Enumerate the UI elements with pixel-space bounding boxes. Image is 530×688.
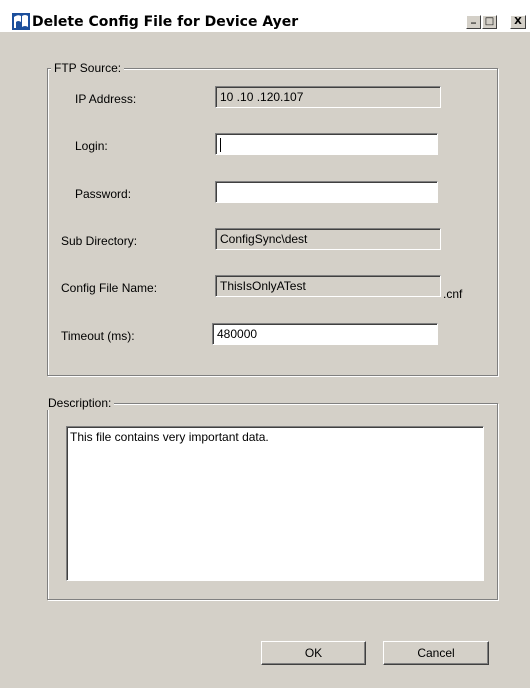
sub-directory-label: Sub Directory: (61, 234, 138, 248)
close-icon: X (514, 16, 522, 27)
config-file-name-label: Config File Name: (61, 281, 158, 295)
maximize-button[interactable]: □ (482, 15, 497, 29)
description-group: Description: This file contains very imp… (45, 396, 498, 600)
config-file-name-field: ThisIsOnlyATest (215, 275, 441, 297)
window-title: Delete Config File for Device Ayer (32, 14, 299, 30)
dialog-content: FTP Source: IP Address: 10 .10 .120.107 … (0, 32, 530, 688)
ip-address-field: 10 .10 .120.107 (215, 86, 441, 108)
ftp-source-label: FTP Source: (51, 61, 125, 75)
cancel-button[interactable]: Cancel (383, 641, 489, 665)
description-textarea[interactable]: This file contains very important data. (66, 426, 484, 581)
title-bar[interactable]: Delete Config File for Device Ayer _ □ X (0, 0, 530, 32)
login-input[interactable] (215, 133, 438, 155)
sub-directory-field: ConfigSync\dest (215, 228, 441, 250)
ip-address-label: IP Address: (75, 92, 137, 106)
text-caret (220, 137, 221, 152)
minimize-icon: _ (471, 13, 476, 24)
ftp-source-group: FTP Source: IP Address: 10 .10 .120.107 … (47, 61, 498, 376)
login-label: Login: (75, 139, 108, 153)
maximize-icon: □ (484, 16, 495, 27)
ok-button[interactable]: OK (261, 641, 366, 665)
close-button[interactable]: X (510, 15, 526, 29)
dialog-window: Delete Config File for Device Ayer _ □ X… (0, 0, 530, 688)
timeout-label: Timeout (ms): (61, 329, 135, 343)
password-label: Password: (75, 187, 132, 201)
app-icon (12, 13, 30, 30)
timeout-input[interactable]: 480000 (212, 323, 438, 345)
config-file-extension: .cnf (443, 287, 463, 301)
minimize-button[interactable]: _ (466, 13, 481, 29)
password-input[interactable] (215, 181, 438, 203)
description-label: Description: (45, 396, 115, 410)
